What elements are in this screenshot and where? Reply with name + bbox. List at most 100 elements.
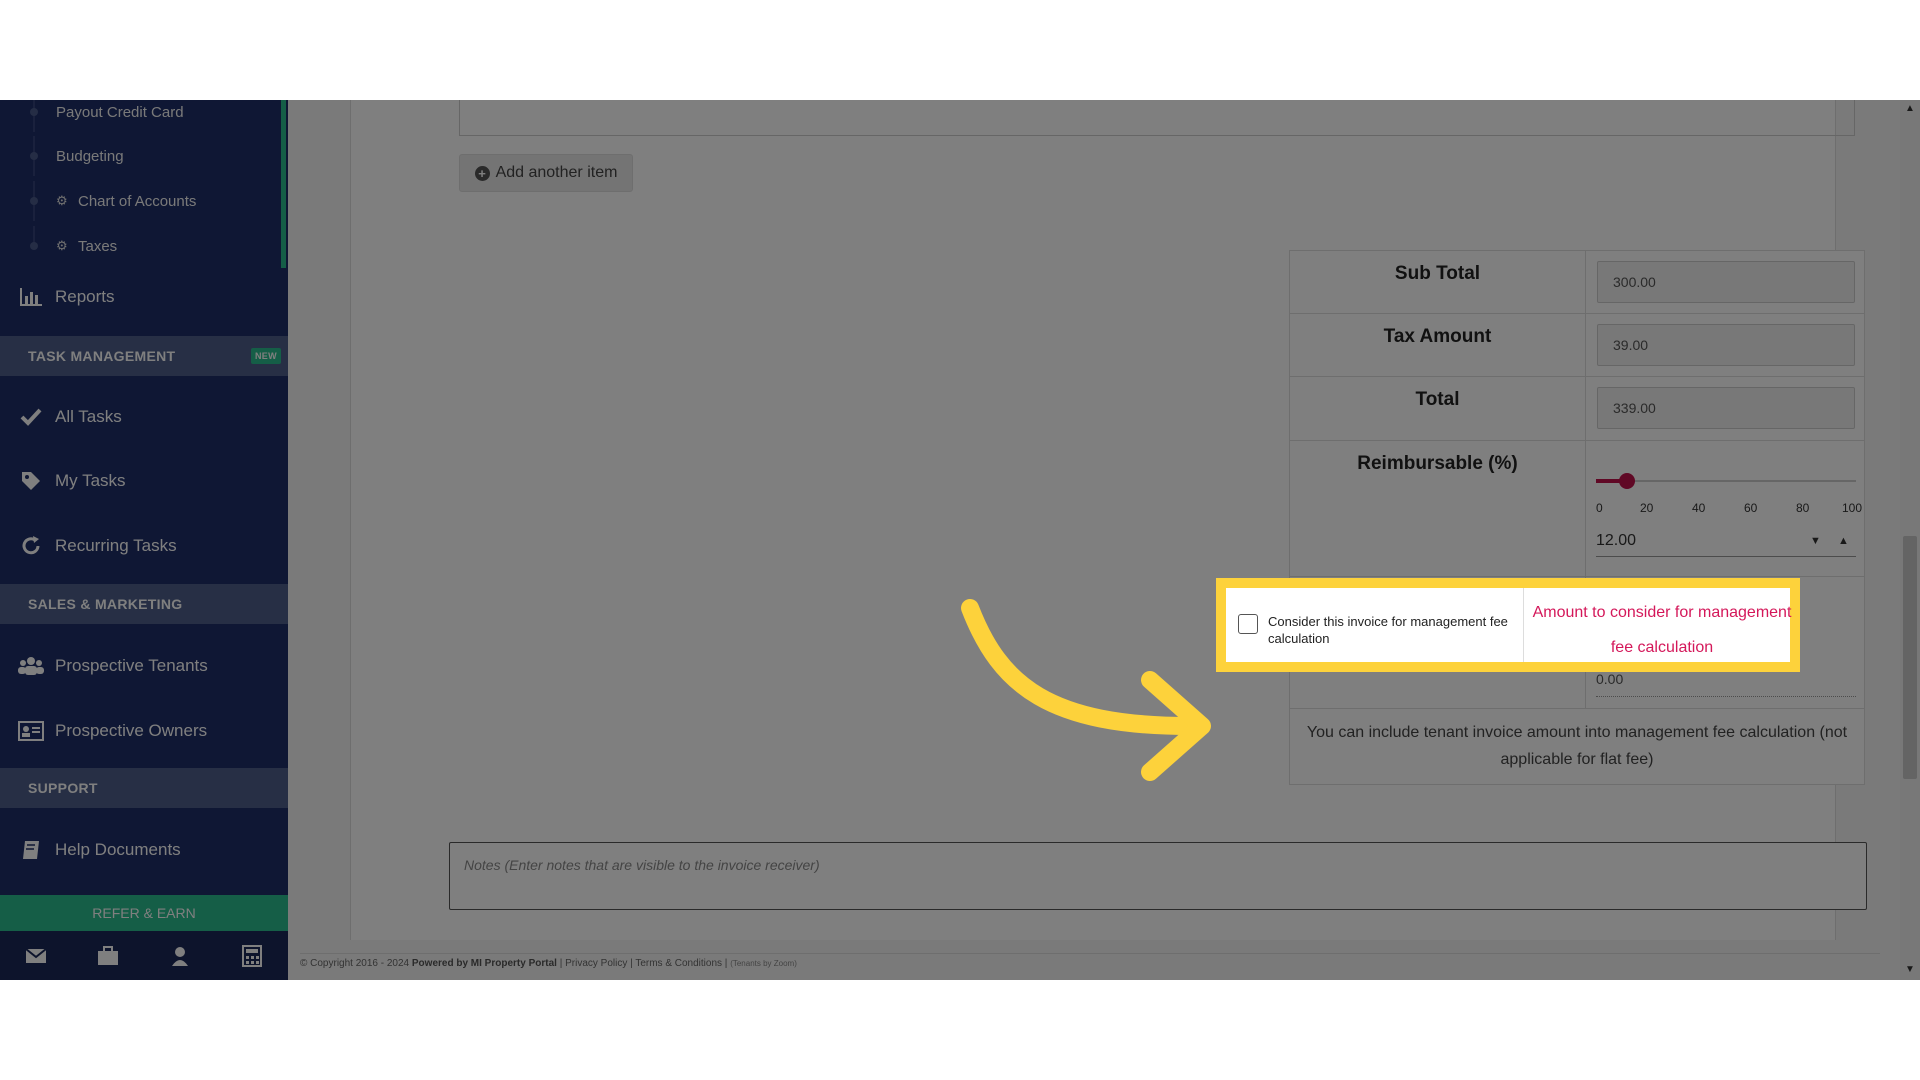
scroll-up-icon[interactable]: ▲: [1905, 103, 1915, 114]
privacy-policy-link[interactable]: Privacy Policy: [565, 958, 627, 969]
slider-tick-label: 80: [1796, 501, 1810, 515]
terms-link[interactable]: Terms & Conditions: [635, 958, 722, 969]
mgmt-fee-checkbox[interactable]: [1238, 614, 1258, 634]
sidebar-item-my-tasks[interactable]: My Tasks: [0, 453, 288, 509]
sidebar-item-payout-credit-card[interactable]: Payout Credit Card: [0, 100, 281, 132]
reimbursable-label: Reimbursable (%): [1357, 453, 1518, 474]
column-divider: [1585, 314, 1586, 376]
column-divider: [1585, 441, 1586, 576]
user-icon[interactable]: [166, 942, 194, 970]
sidebar-item-recurring-tasks[interactable]: Recurring Tasks: [0, 518, 288, 574]
slider-tick-label: 20: [1640, 501, 1654, 515]
bar-chart-icon: [18, 284, 44, 310]
sidebar-item-label: Reports: [55, 287, 115, 306]
sidebar-item-prospective-owners[interactable]: Prospective Owners: [0, 703, 288, 759]
sidebar-scroll-indicator: [281, 100, 286, 268]
mail-icon[interactable]: [22, 942, 50, 970]
section-header-label: SUPPORT: [28, 780, 98, 796]
briefcase-icon[interactable]: [94, 942, 122, 970]
decrement-icon[interactable]: ▼: [1810, 527, 1821, 555]
sub-total-label: Sub Total: [1394, 263, 1481, 284]
id-card-icon: [18, 718, 44, 744]
total-label: Total: [1415, 389, 1460, 410]
sidebar-item-label: Help Documents: [55, 840, 181, 859]
mgmt-fee-checkbox-cell: Consider this invoice for management fee…: [1226, 588, 1523, 662]
sidebar-bottom-toolbar: [0, 931, 288, 980]
users-icon: [18, 653, 44, 679]
tree-dot: [30, 242, 38, 250]
gear-icon: ⚙: [56, 193, 68, 208]
sidebar-item-label: Budgeting: [56, 147, 124, 165]
sidebar-item-label: Prospective Owners: [55, 721, 208, 740]
section-header-support: SUPPORT: [0, 768, 288, 808]
totals-table: Sub Total 300.00 Tax Amount 39.00 Total …: [1289, 250, 1865, 785]
page-scrollbar[interactable]: ▲ ▼: [1900, 100, 1920, 980]
sidebar-item-label: Chart of Accounts: [78, 192, 197, 210]
copyright-text: © Copyright 2016 - 2024: [300, 958, 410, 969]
sidebar-item-taxes[interactable]: ⚙ Taxes: [0, 226, 281, 266]
sidebar-item-label: Recurring Tasks: [55, 536, 177, 555]
sidebar-item-chart-of-accounts[interactable]: ⚙ Chart of Accounts: [0, 181, 281, 221]
mgmt-fee-amount-label: Amount to consider for management fee ca…: [1532, 604, 1792, 656]
tag-icon: [18, 468, 44, 494]
total-field[interactable]: 339.00: [1597, 387, 1855, 429]
sidebar-item-label: Taxes: [78, 237, 118, 255]
mgmt-fee-amount-field[interactable]: 0.00: [1596, 671, 1856, 697]
reimbursable-row: Reimbursable (%) 0 20 40 60 80 100 12.00…: [1290, 441, 1864, 577]
tax-amount-row: Tax Amount 39.00: [1290, 314, 1864, 377]
scrollbar-thumb[interactable]: [1903, 536, 1917, 779]
sub-total-field[interactable]: 300.00: [1597, 261, 1855, 303]
sidebar-item-label: All Tasks: [55, 407, 122, 426]
mgmt-fee-checkbox-label: Consider this invoice for management fee…: [1268, 614, 1508, 646]
tree-dot: [30, 152, 38, 160]
scroll-down-icon[interactable]: ▼: [1905, 964, 1915, 975]
add-item-label: Add another item: [495, 164, 618, 181]
main-content: + Add another item Sub Total 300.00 Tax …: [288, 100, 1920, 980]
sidebar-item-all-tasks[interactable]: All Tasks: [0, 389, 288, 445]
sidebar-item-reports[interactable]: Reports: [0, 269, 288, 325]
sidebar-item-help-documents[interactable]: Help Documents: [0, 822, 288, 878]
powered-by-link[interactable]: Powered by MI Property Portal: [412, 958, 557, 969]
gear-icon: ⚙: [56, 238, 68, 253]
add-another-item-button[interactable]: + Add another item: [459, 154, 633, 192]
section-header-sales-marketing: SALES & MARKETING: [0, 584, 288, 624]
tree-dot: [30, 197, 38, 205]
mgmt-fee-help-text: You can include tenant invoice amount in…: [1306, 724, 1848, 768]
column-divider: [1585, 377, 1586, 440]
footer-small-text: (Tenants by Zoom): [730, 959, 797, 968]
sidebar-item-budgeting[interactable]: Budgeting: [0, 136, 281, 176]
refer-earn-button[interactable]: REFER & EARN: [0, 895, 288, 931]
sidebar-item-label: Payout Credit Card: [56, 103, 184, 121]
page-footer: © Copyright 2016 - 2024 Powered by MI Pr…: [300, 953, 1880, 973]
calculator-icon[interactable]: [238, 942, 266, 970]
notes-textarea[interactable]: Notes (Enter notes that are visible to t…: [449, 842, 1867, 910]
slider-tick-label: 40: [1692, 501, 1706, 515]
increment-icon[interactable]: ▲: [1838, 527, 1849, 555]
book-icon: [18, 837, 44, 863]
total-row: Total 339.00: [1290, 377, 1864, 441]
tree-dot: [30, 108, 38, 116]
plus-circle-icon: +: [474, 165, 490, 181]
check-icon: [18, 404, 44, 430]
new-badge: NEW: [251, 348, 281, 364]
sidebar-item-label: Prospective Tenants: [55, 656, 208, 675]
sidebar-item-prospective-tenants[interactable]: Prospective Tenants: [0, 638, 288, 694]
reimbursable-slider-thumb[interactable]: [1619, 473, 1636, 489]
slider-tick-label: 100: [1842, 501, 1863, 515]
refresh-icon: [18, 533, 44, 559]
app-window: Payout Credit Card Budgeting ⚙ Chart of …: [0, 100, 1920, 980]
sub-total-row: Sub Total 300.00: [1290, 251, 1864, 314]
tax-amount-field[interactable]: 39.00: [1597, 324, 1855, 366]
section-header-label: SALES & MARKETING: [28, 596, 183, 612]
highlighted-mgmt-fee-row: Consider this invoice for management fee…: [1216, 578, 1800, 672]
section-header-label: TASK MANAGEMENT: [28, 348, 176, 364]
callout-arrow-icon: [961, 599, 1211, 781]
tax-amount-label: Tax Amount: [1383, 326, 1492, 347]
tree-line: [33, 100, 35, 132]
slider-tick-label: 60: [1744, 501, 1758, 515]
column-divider: [1585, 251, 1586, 313]
sidebar: Payout Credit Card Budgeting ⚙ Chart of …: [0, 100, 288, 980]
sidebar-item-label: My Tasks: [55, 471, 126, 490]
invoice-form-card: + Add another item Sub Total 300.00 Tax …: [350, 100, 1867, 940]
section-header-task-management: TASK MANAGEMENT NEW: [0, 336, 288, 376]
